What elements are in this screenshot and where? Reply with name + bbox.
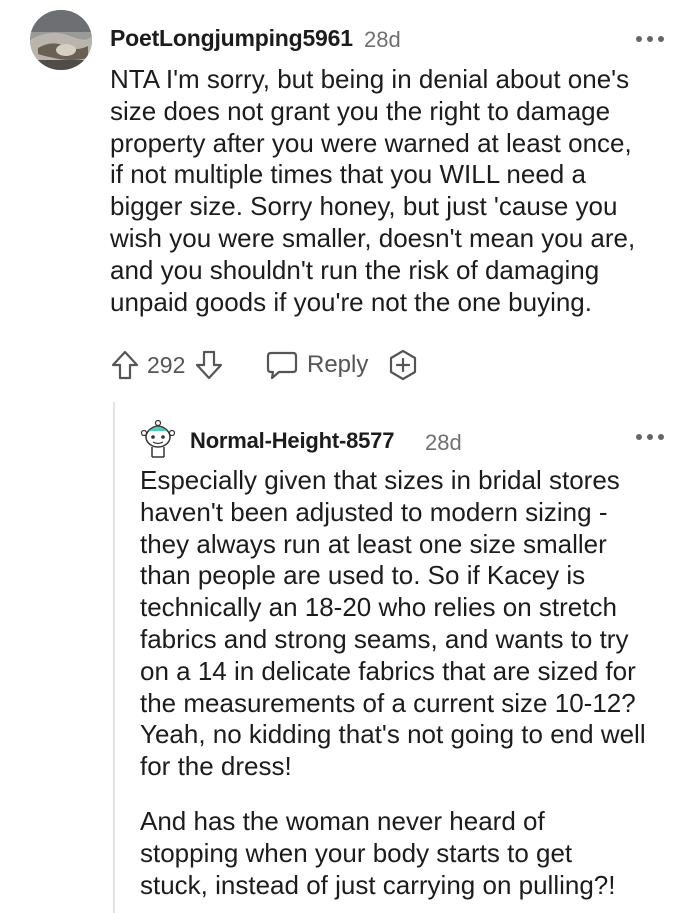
reply-avatar[interactable] xyxy=(140,417,176,461)
comment-body-line: property after you were warned at least … xyxy=(110,127,632,158)
vote-count: 292 xyxy=(147,345,185,385)
comment-body-line: and you shouldn't run the risk of damagi… xyxy=(110,254,600,285)
user-avatar[interactable] xyxy=(30,10,92,70)
comment-body: NTA I'm sorry, but being in denial about… xyxy=(110,64,690,318)
reply-body-line: technically an 18-20 who relies on stret… xyxy=(140,592,617,623)
speech-bubble-icon xyxy=(266,351,298,380)
reply-body-line: Especially given that sizes in bridal st… xyxy=(140,465,620,495)
reply-body-line: stuck, instead of just carrying on pulli… xyxy=(140,869,616,900)
comment-body-line: size does not grant you the right to dam… xyxy=(110,95,611,126)
upvote-button[interactable] xyxy=(110,345,140,385)
reply-body-line: And has the woman never heard of xyxy=(140,806,545,836)
reply-body-line: than people are used to. So if Kacey is xyxy=(140,560,586,591)
user-avatar-photo-icon xyxy=(30,10,92,70)
snoo-avatar-icon xyxy=(140,419,176,458)
comment-body-line: unpaid goods if you're not the one buyin… xyxy=(110,286,592,317)
reply-body-line: they always run at least one size smalle… xyxy=(140,528,607,559)
reply-username[interactable]: Normal-Height-8577 xyxy=(190,428,394,454)
award-plus-icon xyxy=(389,349,417,381)
reply-body-line: Yeah, no kidding that's not going to end… xyxy=(140,719,646,750)
reply-body-paragraph-1: Especially given that sizes in bridal st… xyxy=(140,465,695,783)
reply-body-paragraph-2: And has the woman never heard of stoppin… xyxy=(140,806,695,901)
reply-body-line: stopping when your body starts to get xyxy=(140,837,573,868)
upvote-arrow-icon xyxy=(111,350,139,380)
reply-body-line: the measurements of a current size 10-12… xyxy=(140,687,636,718)
reply-body-line: fabrics and strong seams, and wants to t… xyxy=(140,623,629,654)
reply-body-line: for the dress! xyxy=(140,751,292,782)
reply-body-line: haven't been adjusted to modern sizing - xyxy=(140,496,608,527)
comment-body-line: if not multiple times that you WILL need… xyxy=(110,159,586,190)
reply-button[interactable]: Reply xyxy=(265,345,368,385)
comment-body-line: NTA I'm sorry, but being in denial about… xyxy=(110,64,630,94)
comment-body-line: bigger size. Sorry honey, but just 'caus… xyxy=(110,191,618,222)
reply-age: 28d xyxy=(425,430,462,455)
reply-label: Reply xyxy=(307,351,369,378)
vote-count-text: 292 xyxy=(147,351,186,378)
more-options-icon[interactable] xyxy=(636,34,666,44)
comment-age: 28d xyxy=(364,27,401,52)
downvote-arrow-icon xyxy=(195,350,223,380)
comment-body-line: wish you were smaller, doesn't mean you … xyxy=(110,222,636,253)
downvote-button[interactable] xyxy=(194,345,224,385)
comment-username[interactable]: PoetLongjumping5961 xyxy=(110,25,353,52)
reply-body-line: on a 14 in delicate fabrics that are siz… xyxy=(140,655,636,686)
more-options-icon[interactable] xyxy=(636,432,666,442)
award-button[interactable] xyxy=(386,345,420,385)
thread-line[interactable] xyxy=(113,402,115,913)
comment-action-bar: 292 Reply xyxy=(110,345,510,385)
